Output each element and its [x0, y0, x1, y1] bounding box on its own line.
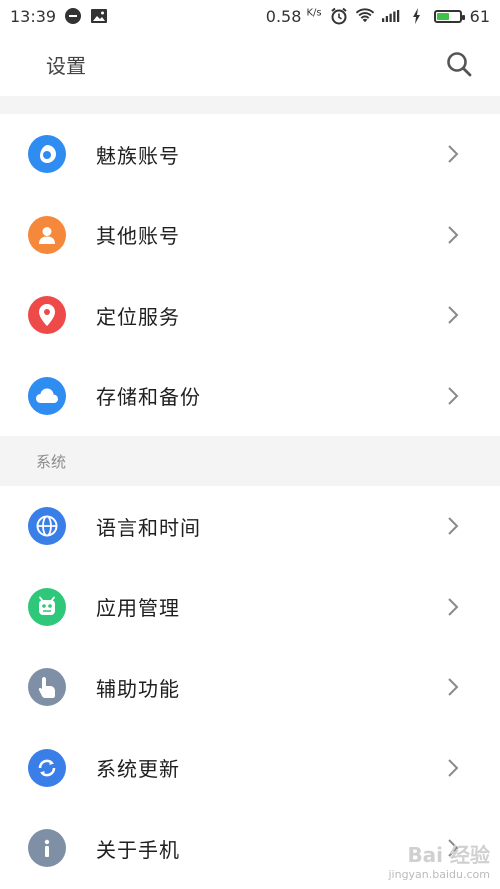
status-bar-right: 0.58 K/s 61	[266, 7, 490, 26]
image-icon	[90, 7, 108, 25]
settings-item-language-time[interactable]: 语言和时间	[0, 486, 500, 567]
item-label: 其他账号	[96, 224, 180, 249]
settings-item-other-accounts[interactable]: 其他账号	[0, 194, 500, 275]
hand-pointer-icon	[28, 668, 66, 707]
settings-item-meizu-account[interactable]: 魅族账号	[0, 114, 500, 195]
person-icon	[28, 215, 66, 254]
search-button[interactable]	[444, 49, 474, 79]
item-label: 定位服务	[96, 304, 180, 329]
info-icon	[28, 829, 66, 868]
network-speed: 0.58 K/s	[265, 6, 322, 26]
item-label: 存储和备份	[96, 385, 201, 410]
charging-icon	[408, 7, 426, 25]
watermark-url: jingyan.baidu.com	[388, 868, 490, 881]
meizu-account-icon	[28, 135, 66, 174]
chevron-right-icon	[446, 597, 460, 617]
page-title: 设置	[46, 53, 86, 78]
notification-icon	[64, 7, 82, 25]
status-bar-left: 13:39	[10, 7, 108, 26]
status-time: 13:39	[10, 6, 57, 26]
android-icon	[28, 587, 66, 626]
cloud-icon	[28, 376, 66, 415]
battery-level: 61	[469, 6, 490, 26]
speed-unit: K/s	[306, 7, 322, 19]
location-pin-icon	[28, 296, 66, 335]
wifi-icon	[355, 7, 374, 25]
chevron-right-icon	[446, 225, 460, 245]
battery-fill	[436, 12, 450, 20]
accounts-group: 魅族账号 其他账号 定位服务 存储和备份	[0, 114, 500, 436]
watermark-logo: Bai 经验	[407, 843, 490, 867]
section-gap	[0, 96, 500, 114]
chevron-right-icon	[446, 144, 460, 164]
item-label: 语言和时间	[96, 515, 201, 540]
chevron-right-icon	[446, 758, 460, 778]
section-header-system: 系统	[0, 436, 500, 486]
item-label: 辅助功能	[96, 676, 180, 701]
chevron-right-icon	[446, 386, 460, 406]
refresh-icon	[28, 748, 66, 787]
chevron-right-icon	[446, 305, 460, 325]
settings-item-storage-backup[interactable]: 存储和备份	[0, 355, 500, 436]
app-bar: 设置	[0, 32, 500, 96]
system-group: 语言和时间 应用管理 辅助功能 系统更新 关于手机	[0, 486, 500, 889]
item-label: 应用管理	[96, 596, 180, 621]
item-label: 魅族账号	[96, 143, 180, 168]
globe-icon	[28, 507, 66, 546]
chevron-right-icon	[446, 516, 460, 536]
alarm-icon	[330, 7, 348, 25]
settings-item-app-management[interactable]: 应用管理	[0, 566, 500, 647]
settings-item-location-services[interactable]: 定位服务	[0, 275, 500, 356]
chevron-right-icon	[446, 677, 460, 697]
status-bar: 13:39 0.58 K/s 61	[0, 0, 500, 32]
battery-icon	[433, 9, 465, 23]
settings-item-system-update[interactable]: 系统更新	[0, 727, 500, 808]
search-icon	[447, 52, 472, 77]
baidu-watermark: Bai 经验 jingyan.baidu.com	[388, 839, 490, 881]
item-label: 系统更新	[96, 757, 180, 782]
signal-4g-icon	[381, 7, 400, 25]
settings-item-accessibility[interactable]: 辅助功能	[0, 647, 500, 728]
